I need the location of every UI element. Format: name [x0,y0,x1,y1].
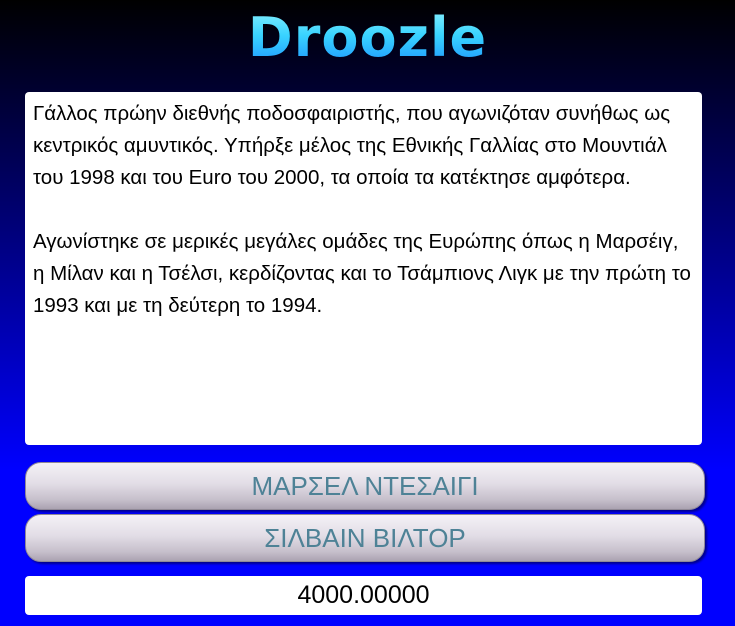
answer-button-1[interactable]: ΜΑΡΣΕΛ ΝΤΕΣΑΙΓΙ [25,462,705,510]
clue-paragraph-2: Αγωνίστηκε σε μερικές μεγάλες ομάδες της… [33,230,691,317]
answer-button-2[interactable]: ΣΙΛΒΑΙΝ ΒΙΛΤΟΡ [25,514,705,562]
clue-paragraph-1: Γάλλος πρώην διεθνής ποδοσφαιριστής, που… [33,102,671,189]
score-display: 4000.00000 [25,576,702,615]
clue-text-box: Γάλλος πρώην διεθνής ποδοσφαιριστής, που… [25,92,702,445]
app-logo: Droozle [0,6,735,70]
